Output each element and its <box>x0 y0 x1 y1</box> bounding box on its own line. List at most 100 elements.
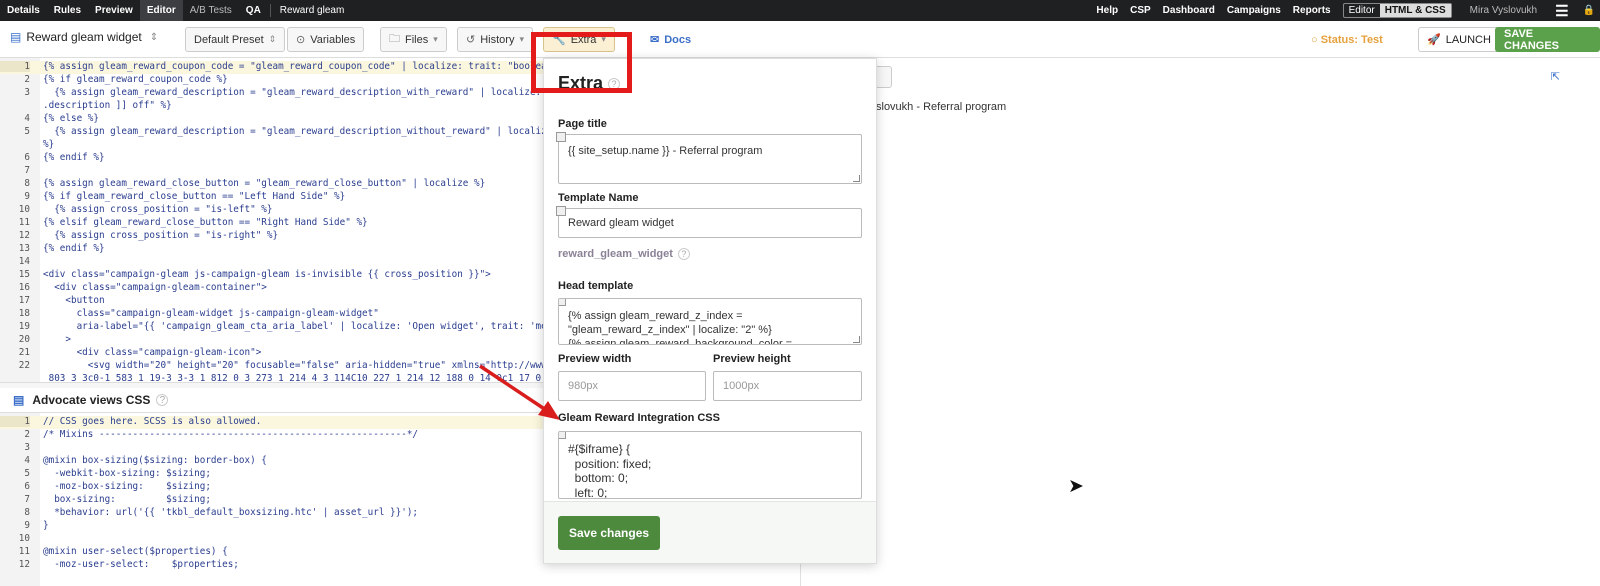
nav-link-csp[interactable]: CSP <box>1124 5 1157 16</box>
code-text: <div class="campaign-gleam-container"> <box>43 282 267 293</box>
save-changes-button[interactable]: SAVE CHANGES <box>1495 27 1600 52</box>
line-number: 9 <box>24 520 30 531</box>
expand-icon[interactable] <box>556 132 566 142</box>
tab-details[interactable]: Details <box>0 0 47 21</box>
code-line: 11 @mixin user-select($properties) { <box>0 546 228 559</box>
status-text: Status: Test <box>1320 34 1383 46</box>
line-number: 10 <box>18 204 30 215</box>
code-text: aria-label="{{ 'campaign_gleam_cta_aria_… <box>43 321 560 332</box>
chevron-down-icon: ▾ <box>519 34 524 44</box>
code-line: 6 -moz-box-sizing: $sizing; <box>0 481 211 494</box>
code-text: %} <box>43 139 55 150</box>
code-line: 803 3 3c0-1 583 1 19-3 3-3 1 812 0 3 273… <box>0 373 560 382</box>
template-select[interactable]: ▤ Reward gleam widget ⇕ <box>10 30 158 44</box>
line-number: 21 <box>18 347 30 358</box>
panel-save-button[interactable]: Save changes <box>558 516 661 550</box>
code-line: 2 /* Mixins -----------------------------… <box>0 429 418 442</box>
nav-link-dashboard[interactable]: Dashboard <box>1157 5 1221 16</box>
tab-ab-tests[interactable]: A/B Tests <box>183 0 239 21</box>
code-line: 6 {% endif %} <box>0 152 104 165</box>
code-text: /* Mixins ------------------------------… <box>43 429 419 440</box>
arrow-shaft <box>479 364 547 412</box>
css-integration-field[interactable]: #{$iframe} { position: fixed; bottom: 0;… <box>558 431 862 499</box>
mode-editor-button[interactable]: Editor <box>1344 4 1380 17</box>
history-button[interactable]: ↺ History ▾ <box>457 27 533 52</box>
nav-link-reports[interactable]: Reports <box>1287 5 1337 16</box>
tab-editor[interactable]: Editor <box>139 0 183 21</box>
line-number: 3 <box>24 87 30 98</box>
files-label: Files <box>405 33 429 46</box>
preset-select[interactable]: Default Preset ⇕ <box>185 27 286 52</box>
code-line: 10 {% assign cross_position = "is-left" … <box>0 204 273 217</box>
tab-qa[interactable]: QA <box>239 0 268 21</box>
nav-link-campaigns[interactable]: Campaigns <box>1221 5 1287 16</box>
line-number: 8 <box>24 178 30 189</box>
line-number: 4 <box>24 455 30 466</box>
template-name-value: Reward gleam widget <box>568 217 674 229</box>
code-line: 3 {% assign gleam_reward_description = "… <box>0 87 560 100</box>
code-line: 16 <div class="campaign-gleam-container"… <box>0 282 267 295</box>
line-number: 17 <box>18 295 30 306</box>
nav-link-help[interactable]: Help <box>1090 5 1124 16</box>
status-badge: ○ Status: Test <box>1311 34 1383 46</box>
preview-height-input[interactable]: 1000px <box>713 371 862 401</box>
tab-preview[interactable]: Preview <box>88 0 140 21</box>
variables-button[interactable]: ⊙ Variables <box>287 27 365 52</box>
template-name-label: Template Name <box>558 192 639 204</box>
line-number: 4 <box>24 113 30 124</box>
docs-label: Docs <box>664 33 692 46</box>
user-name[interactable]: Mira Vyslovukh <box>1464 5 1543 16</box>
preview-pane: slovukh - Referral program ⇱ <box>800 58 1600 586</box>
code-line: 18 class="campaign-gleam-widget js-campa… <box>0 308 379 321</box>
code-line: 15 <div class="campaign-gleam js-campaign… <box>0 269 491 282</box>
launch-button[interactable]: 🚀 LAUNCH <box>1418 27 1500 52</box>
line-number: 14 <box>18 256 30 267</box>
code-text: .description ]] off" %} <box>43 100 172 111</box>
css-code-editor[interactable]: 1 // CSS goes here. SCSS is also allowed.… <box>0 413 560 586</box>
folder-icon: 🗀 <box>389 33 400 45</box>
resize-grip-icon[interactable] <box>853 336 860 343</box>
menu-icon[interactable]: ☰ <box>1543 2 1580 20</box>
preview-height-label: Preview height <box>713 353 791 365</box>
code-line: 10 <box>0 533 30 546</box>
external-link-icon[interactable]: ⇱ <box>1551 70 1560 83</box>
mode-html-css-button[interactable]: HTML & CSS <box>1379 4 1451 17</box>
resize-grip-icon[interactable] <box>853 175 860 182</box>
files-button[interactable]: 🗀 Files ▾ <box>380 27 447 52</box>
code-line: 8 {% assign gleam_reward_close_button = "… <box>0 178 485 191</box>
line-number: 18 <box>18 308 30 319</box>
code-text: {% assign cross_position = "is-right" %} <box>43 230 279 241</box>
css-integration-value: #{$iframe} { position: fixed; bottom: 0;… <box>568 442 652 499</box>
html-code-editor[interactable]: 1 {% assign gleam_reward_coupon_code = "g… <box>0 58 560 382</box>
line-number: 8 <box>24 507 30 518</box>
code-text: @mixin user-select($properties) { <box>43 546 228 557</box>
code-line: 7 box-sizing: $sizing; <box>0 494 211 507</box>
line-number: 11 <box>18 546 30 557</box>
help-icon[interactable]: ? <box>156 394 169 406</box>
expand-icon[interactable] <box>559 432 566 439</box>
panel-footer: Save changes <box>544 501 876 563</box>
preview-width-input[interactable]: 980px <box>558 371 706 401</box>
expand-icon[interactable] <box>559 299 566 306</box>
line-number: 2 <box>24 429 30 440</box>
page-title-field[interactable]: {{ site_setup.name }} - Referral program <box>556 132 862 184</box>
help-icon[interactable]: ? <box>677 248 690 261</box>
code-text: <button <box>43 295 105 306</box>
docs-link[interactable]: ✉ Docs <box>650 33 692 47</box>
code-text: -webkit-box-sizing: $sizing; <box>43 468 211 479</box>
expand-icon[interactable] <box>556 206 566 216</box>
head-template-field[interactable]: {% assign gleam_reward_z_index = "gleam_… <box>558 298 862 345</box>
code-line: 12 -moz-user-select: $properties; <box>0 559 239 572</box>
code-line: .description ]] off" %} <box>0 100 172 113</box>
tab-rules[interactable]: Rules <box>47 0 88 21</box>
highlight-box <box>531 32 632 93</box>
history-label: History <box>480 33 515 46</box>
line-number: 3 <box>24 442 30 453</box>
line-number: 9 <box>24 191 30 202</box>
line-number: 15 <box>18 269 30 280</box>
code-text: -moz-user-select: $properties; <box>43 559 239 570</box>
template-name-field[interactable]: Reward gleam widget <box>556 206 862 238</box>
code-line: 1 {% assign gleam_reward_coupon_code = "g… <box>0 61 560 74</box>
code-text: {% assign gleam_reward_description = "gl… <box>43 126 560 137</box>
code-text: class="campaign-gleam-widget js-campaign… <box>43 308 379 319</box>
